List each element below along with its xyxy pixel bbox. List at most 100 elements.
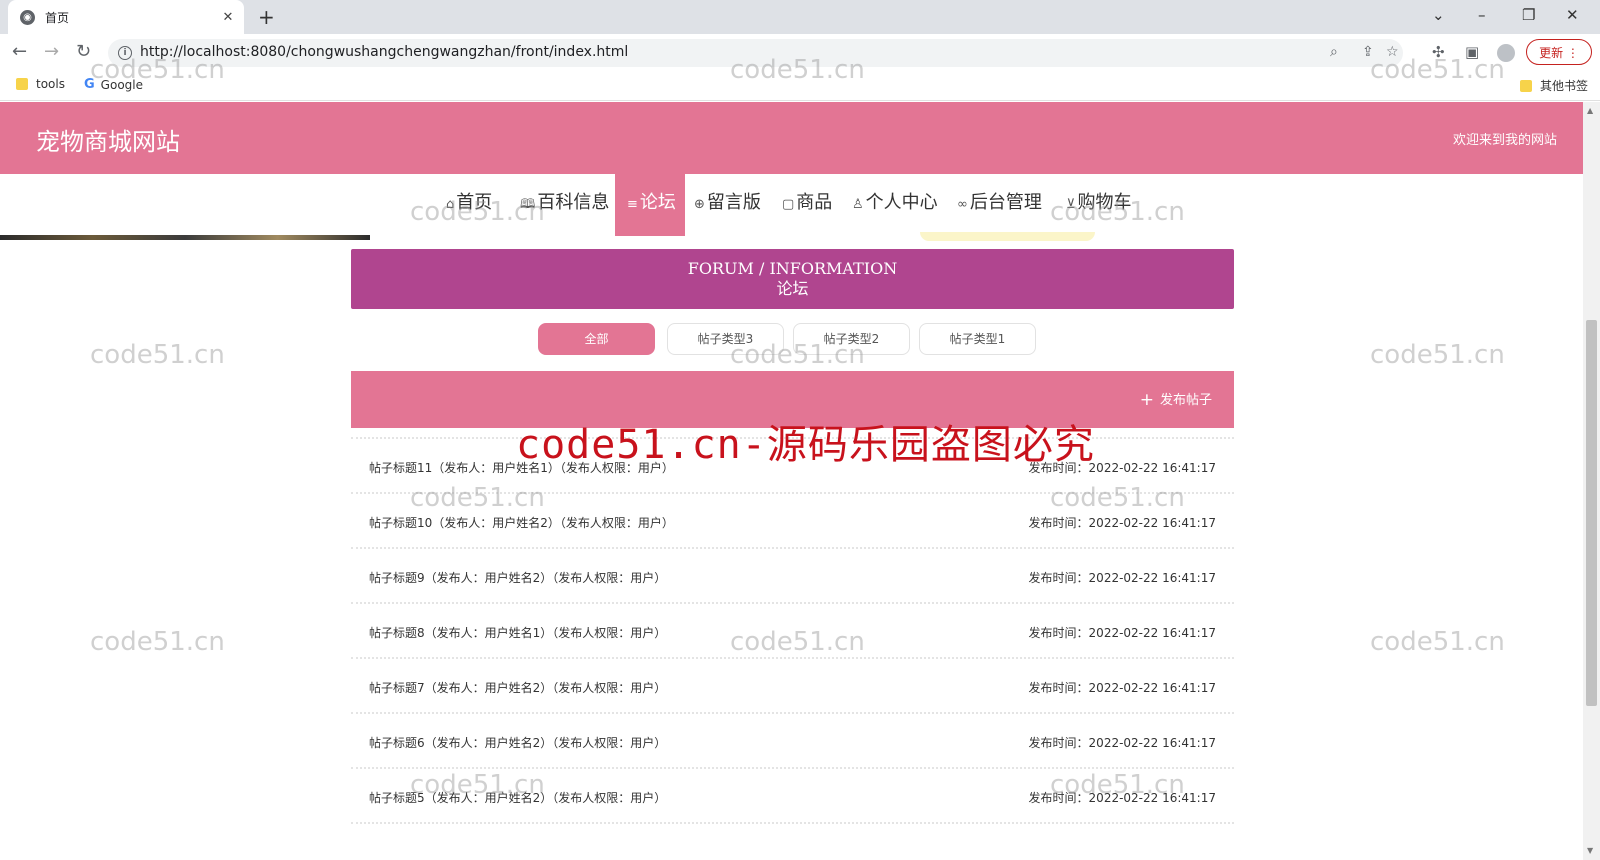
- post-time: 发布时间：2022-02-22 16:41:17: [1028, 681, 1216, 695]
- main-nav: ⌂ 首页 🕮 百科信息 ≡ 论坛 ⊕ 留言版 ▢ 商品 ♙ 个人中心 ∞ 后台管理 ⊻ 购物车: [0, 174, 1583, 236]
- other-bookmarks[interactable]: 其他书签: [1520, 77, 1588, 94]
- address-toolbar: ← → ↻ i http://localhost:8080/chongwusha…: [0, 34, 1600, 70]
- update-button-label: 更新: [1539, 46, 1564, 60]
- post-title[interactable]: 帖子标题6（发布人：用户姓名2）（发布人权限：用户）: [369, 734, 666, 751]
- filter-type-3[interactable]: 帖子类型3: [667, 323, 784, 355]
- close-window-icon[interactable]: ✕: [1566, 5, 1579, 25]
- bookmark-star-icon[interactable]: ☆: [1386, 44, 1399, 60]
- book-icon: 🕮: [520, 197, 536, 212]
- site-header: 宠物商城网站 欢迎来到我的网站: [0, 102, 1583, 174]
- nav-item-personal-center[interactable]: ♙ 个人中心: [852, 174, 938, 236]
- page-scrollbar[interactable]: ▲ ▼: [1583, 102, 1600, 860]
- folder-icon: [1520, 79, 1532, 92]
- post-title[interactable]: 帖子标题9（发布人：用户姓名2）（发布人权限：用户）: [369, 569, 666, 586]
- globe-icon: ⊕: [694, 197, 705, 212]
- globe-favicon-icon: ◉: [20, 9, 35, 25]
- bookmark-tools[interactable]: tools: [16, 77, 65, 91]
- post-title[interactable]: 帖子标题11（发布人：用户姓名1）（发布人权限：用户）: [369, 459, 674, 476]
- home-icon: ⌂: [446, 197, 455, 212]
- user-icon: ♙: [852, 197, 864, 212]
- nav-item-cart[interactable]: ⊻ 购物车: [1066, 174, 1132, 236]
- site-title: 宠物商城网站: [36, 128, 180, 156]
- cart-icon: ⊻: [1066, 197, 1076, 212]
- post-title[interactable]: 帖子标题10（发布人：用户姓名2）（发布人权限：用户）: [369, 514, 674, 531]
- welcome-text: 欢迎来到我的网站: [1452, 133, 1557, 148]
- post-time: 发布时间：2022-02-22 16:41:17: [1028, 571, 1216, 585]
- url-text[interactable]: http://localhost:8080/chongwushangchengw…: [140, 44, 628, 60]
- google-icon: G: [84, 77, 95, 92]
- new-tab-icon[interactable]: +: [258, 5, 275, 29]
- nav-item-label: 论坛: [639, 192, 676, 213]
- list-icon: ≡: [627, 197, 638, 212]
- post-time: 发布时间：2022-02-22 16:41:17: [1028, 736, 1216, 750]
- nav-item-forum[interactable]: ≡ 论坛: [615, 174, 685, 236]
- folder-icon: [16, 78, 28, 90]
- post-time: 发布时间：2022-02-22 16:41:17: [1028, 791, 1216, 805]
- minimize-icon[interactable]: –: [1478, 5, 1486, 25]
- list-item[interactable]: 帖子标题10（发布人：用户姓名2）（发布人权限：用户） 发布时间：2022-02…: [351, 494, 1234, 549]
- tag-icon: ▢: [782, 197, 795, 212]
- nav-item-label: 商品: [796, 192, 833, 213]
- filter-type-2[interactable]: 帖子类型2: [793, 323, 910, 355]
- share-icon[interactable]: ⇪: [1362, 44, 1374, 60]
- forum-title-en: FORUM / INFORMATION: [687, 259, 898, 278]
- zoom-icon[interactable]: ⌕: [1330, 44, 1338, 60]
- filter-all[interactable]: 全部: [538, 323, 655, 355]
- back-arrow-icon[interactable]: ←: [12, 41, 27, 63]
- restore-icon[interactable]: ❐: [1522, 5, 1535, 25]
- tab-search-chevron-icon[interactable]: ⌄: [1432, 5, 1445, 25]
- list-item[interactable]: 帖子标题11（发布人：用户姓名1）（发布人权限：用户） 发布时间：2022-02…: [351, 437, 1234, 494]
- list-item[interactable]: 帖子标题9（发布人：用户姓名2）（发布人权限：用户） 发布时间：2022-02-…: [351, 549, 1234, 604]
- bookmark-google[interactable]: G Google: [84, 77, 143, 92]
- nav-item-label: 首页: [456, 192, 493, 213]
- nav-item-home[interactable]: ⌂ 首页: [446, 174, 492, 236]
- nav-item-encyclopedia[interactable]: 🕮 百科信息: [520, 174, 609, 236]
- nav-item-label: 购物车: [1077, 192, 1132, 213]
- profile-avatar-icon[interactable]: [1497, 44, 1515, 62]
- reload-icon[interactable]: ↻: [76, 41, 91, 63]
- list-item[interactable]: 帖子标题8（发布人：用户姓名1）（发布人权限：用户） 发布时间：2022-02-…: [351, 604, 1234, 659]
- forum-action-bar: + 发布帖子: [351, 371, 1234, 428]
- nav-item-guestbook[interactable]: ⊕ 留言版: [694, 174, 761, 236]
- post-time: 发布时间：2022-02-22 16:41:17: [1028, 626, 1216, 640]
- other-bookmarks-label: 其他书签: [1540, 79, 1589, 93]
- scroll-up-icon[interactable]: ▲: [1587, 106, 1593, 115]
- bookmark-tools-label: tools: [36, 77, 65, 91]
- scroll-down-icon[interactable]: ▼: [1587, 846, 1593, 855]
- link-icon: ∞: [957, 197, 968, 212]
- publish-post-label: 发布帖子: [1159, 393, 1212, 408]
- address-bar[interactable]: i http://localhost:8080/chongwushangchen…: [108, 39, 1403, 67]
- post-list: 帖子标题11（发布人：用户姓名1）（发布人权限：用户） 发布时间：2022-02…: [351, 437, 1234, 824]
- list-item[interactable]: 帖子标题5（发布人：用户姓名2）（发布人权限：用户） 发布时间：2022-02-…: [351, 769, 1234, 824]
- bookmark-google-label: Google: [100, 77, 143, 92]
- nav-item-products[interactable]: ▢ 商品: [782, 174, 832, 236]
- list-item[interactable]: 帖子标题6（发布人：用户姓名2）（发布人权限：用户） 发布时间：2022-02-…: [351, 714, 1234, 769]
- update-button[interactable]: 更新 ⋮: [1526, 39, 1592, 65]
- forum-title-cn: 论坛: [776, 279, 809, 298]
- forward-arrow-icon[interactable]: →: [44, 41, 59, 63]
- publish-post-button[interactable]: + 发布帖子: [1140, 389, 1212, 410]
- scrollbar-thumb[interactable]: [1586, 320, 1597, 706]
- close-tab-icon[interactable]: ✕: [218, 10, 238, 25]
- nav-item-admin[interactable]: ∞ 后台管理: [957, 174, 1042, 236]
- side-panel-icon[interactable]: ▣: [1465, 43, 1479, 61]
- post-time: 发布时间：2022-02-22 16:41:17: [1028, 461, 1216, 475]
- extensions-puzzle-icon[interactable]: ✣: [1432, 43, 1445, 61]
- tab-title: 首页: [45, 10, 70, 25]
- post-time: 发布时间：2022-02-22 16:41:17: [1028, 516, 1216, 530]
- nav-item-label: 百科信息: [537, 192, 610, 213]
- post-title[interactable]: 帖子标题7（发布人：用户姓名2）（发布人权限：用户）: [369, 679, 666, 696]
- plus-icon: +: [1139, 390, 1154, 410]
- browser-tab-strip: ◉ 首页 ✕ + ⌄ – ❐ ✕: [0, 0, 1600, 34]
- category-filters: 全部 帖子类型3 帖子类型2 帖子类型1: [0, 323, 1583, 357]
- nav-item-label: 个人中心: [865, 192, 938, 213]
- filter-type-1[interactable]: 帖子类型1: [919, 323, 1036, 355]
- post-title[interactable]: 帖子标题8（发布人：用户姓名1）（发布人权限：用户）: [369, 624, 666, 641]
- list-item[interactable]: 帖子标题7（发布人：用户姓名2）（发布人权限：用户） 发布时间：2022-02-…: [351, 659, 1234, 714]
- site-info-icon[interactable]: i: [118, 46, 132, 60]
- browser-tab[interactable]: ◉ 首页 ✕: [8, 0, 244, 34]
- nav-item-label: 留言版: [706, 192, 761, 213]
- nav-item-label: 后台管理: [969, 192, 1042, 213]
- post-title[interactable]: 帖子标题5（发布人：用户姓名2）（发布人权限：用户）: [369, 789, 666, 806]
- forum-section-header: FORUM / INFORMATION 论坛: [351, 249, 1234, 309]
